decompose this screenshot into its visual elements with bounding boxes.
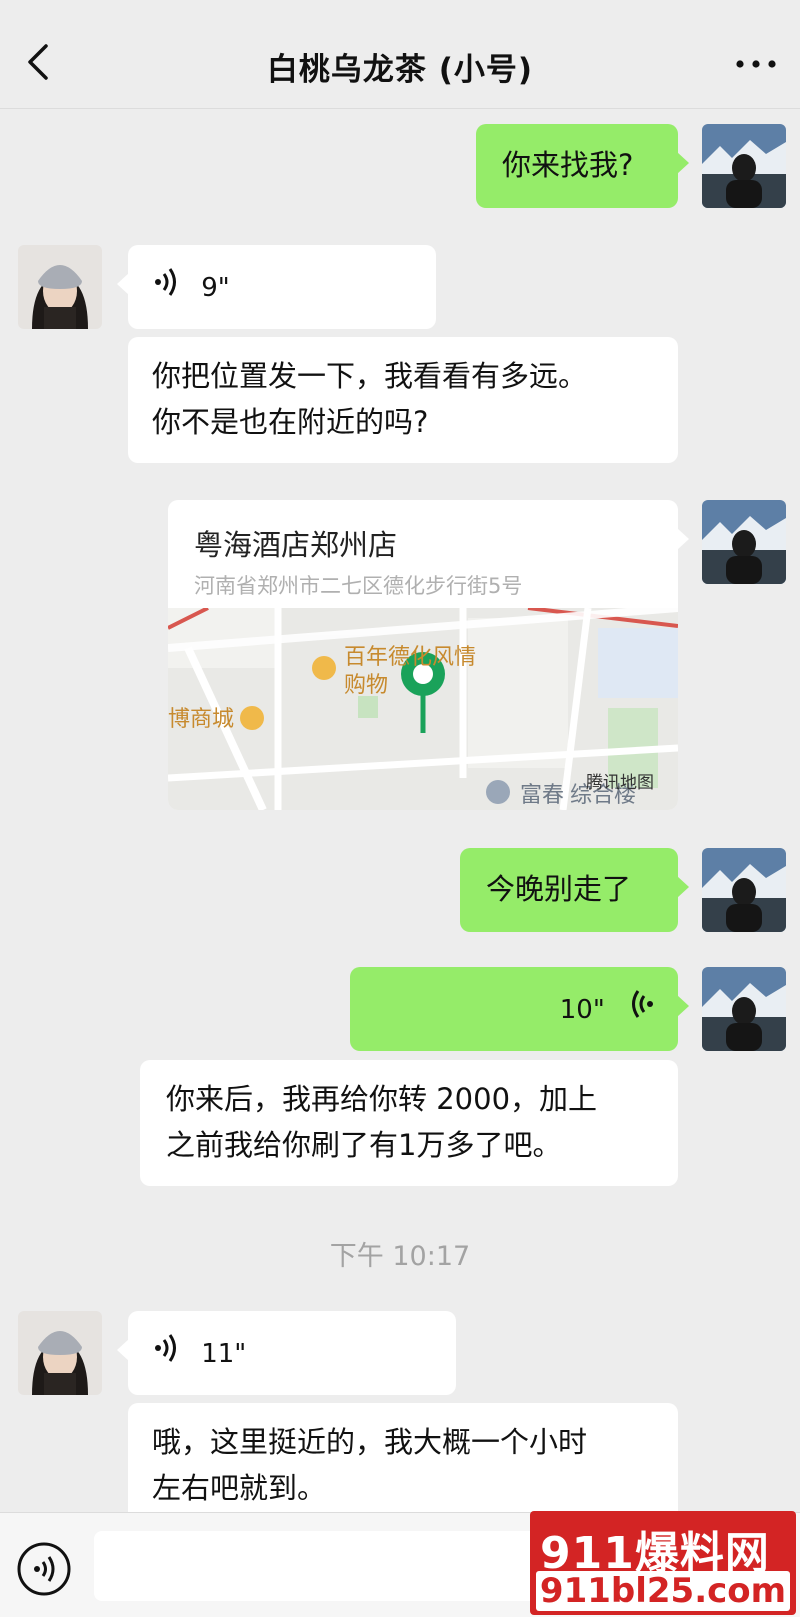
my-avatar[interactable] — [702, 967, 786, 1051]
message-bubble-incoming[interactable]: 你来后，我再给你转 2000，加上 之前我给你刷了有1万多了吧。 — [140, 1060, 678, 1186]
voice-message-bubble[interactable]: 11" — [117, 1311, 456, 1395]
voice-message-bubble[interactable]: 10" — [350, 967, 689, 1051]
message-text-line: 之前我给你刷了有1万多了吧。 — [166, 1128, 562, 1162]
bubble-tail — [677, 528, 689, 550]
chat-title: 白桃乌龙茶 (小号) — [266, 52, 534, 88]
location-map[interactable]: 百年德化风情 购物 博商城 富春 综合楼 腾讯地图 — [168, 608, 678, 810]
my-avatar[interactable] — [702, 124, 786, 208]
map-attribution: 腾讯地图 — [586, 773, 654, 792]
message-text: 你来找我? — [502, 148, 634, 182]
bubble-tail — [677, 152, 689, 174]
message-text-line: 哦，这里挺近的，我大概一个小时 — [152, 1425, 588, 1459]
contact-avatar[interactable] — [18, 1311, 102, 1395]
bubble-tail — [677, 995, 689, 1017]
message-text-line: 你不是也在附近的吗? — [152, 405, 429, 439]
message-text-line: 你把位置发一下，我看看有多远。 — [152, 359, 588, 393]
map-poi-label: 博商城 — [168, 706, 234, 731]
message-bubble-outgoing[interactable]: 今晚别走了 — [460, 848, 689, 932]
voice-message-bubble[interactable]: 9" — [117, 245, 436, 329]
watermark-logo: 911爆料网 911bl25.com — [530, 1511, 796, 1615]
location-card[interactable]: 粤海酒店郑州店 河南省郑州市二七区德化步行街5号 百年德化风情 购物 博商城 富… — [168, 500, 689, 810]
bubble-tail — [117, 273, 129, 295]
message-timestamp: 下午 10:17 — [329, 1241, 471, 1272]
location-address: 河南省郑州市二七区德化步行街5号 — [194, 574, 523, 598]
message-text-line: 你来后，我再给你转 2000，加上 — [166, 1082, 598, 1116]
map-poi-label: 购物 — [344, 672, 388, 697]
location-name: 粤海酒店郑州店 — [194, 528, 398, 562]
chat-header: 白桃乌龙茶 (小号) — [0, 0, 800, 109]
my-avatar[interactable] — [702, 500, 786, 584]
contact-avatar[interactable] — [18, 245, 102, 329]
voice-input-toggle-icon[interactable] — [16, 1541, 72, 1597]
bubble-tail — [117, 1339, 129, 1361]
message-text-line: 左右吧就到。 — [152, 1471, 327, 1505]
voice-wave-icon — [154, 265, 180, 311]
map-poi-label: 百年德化风情 — [344, 644, 476, 669]
voice-duration: 10" — [559, 995, 605, 1025]
my-avatar[interactable] — [702, 848, 786, 932]
message-bubble-incoming[interactable]: 你把位置发一下，我看看有多远。 你不是也在附近的吗? — [128, 337, 678, 463]
voice-duration: 9" — [201, 273, 230, 303]
more-options-icon[interactable] — [734, 52, 778, 76]
message-bubble-outgoing[interactable]: 你来找我? — [476, 124, 689, 208]
voice-duration: 11" — [201, 1339, 247, 1369]
message-text: 今晚别走了 — [486, 872, 632, 906]
watermark-url: 911bl25.com — [536, 1571, 790, 1611]
bubble-tail — [677, 876, 689, 898]
voice-wave-icon — [154, 1331, 180, 1377]
map-poi-label: 富春 — [520, 782, 564, 807]
voice-wave-icon — [628, 987, 654, 1033]
